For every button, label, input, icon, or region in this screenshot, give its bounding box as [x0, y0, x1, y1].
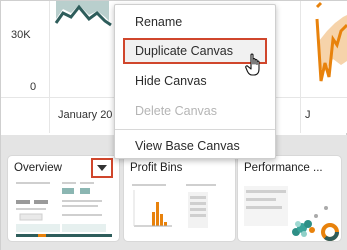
profit-bins-preview	[132, 184, 216, 228]
menu-item-delete-canvas: Delete Canvas	[135, 104, 217, 118]
menu-item-view-base-canvas[interactable]: View Base Canvas	[115, 133, 275, 159]
orange-series-line-top	[315, 1, 323, 9]
canvas-thumbnail-performance[interactable]: Performance ...	[237, 155, 342, 242]
x-tick-label: J	[305, 109, 311, 121]
overview-preview	[16, 182, 112, 237]
canvas-thumbnail-overview[interactable]: Overview	[7, 155, 120, 242]
canvas-context-menu: Rename Duplicate Canvas Hide Canvas Dele…	[114, 4, 276, 159]
y-tick-label: 0	[30, 81, 37, 93]
canvas-thumbnail-profit-bins[interactable]: Profit Bins	[123, 155, 236, 242]
axis-divider	[49, 1, 50, 133]
axis-divider	[300, 1, 301, 133]
menu-item-rename[interactable]: Rename	[115, 9, 275, 35]
performance-preview	[244, 186, 339, 241]
x-tick-label: January 20	[58, 109, 113, 121]
y-tick-label: 30K	[11, 29, 31, 41]
hand-pointer-icon	[245, 53, 260, 76]
menu-separator	[115, 129, 275, 130]
